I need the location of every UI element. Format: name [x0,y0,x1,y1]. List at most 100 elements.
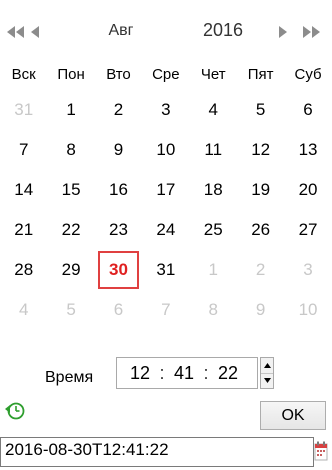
time-increment-button[interactable] [261,358,273,373]
time-row: Время 12 : 41 : 22 [0,355,332,389]
day-number: 14 [14,180,34,199]
calendar-grid: Вск Пон Вто Сре Чет Пят Суб 31 1 2 3 4 5 6 7 8 9 10 11 12 13… [0,58,332,330]
day-number: 30 [97,251,139,289]
day-cell-other-month[interactable]: 9 [237,290,284,330]
day-cell[interactable]: 5 [237,90,284,130]
day-cell[interactable]: 14 [0,170,47,210]
day-number: 9 [255,300,266,319]
day-cell[interactable]: 29 [47,250,94,290]
up-arrow-icon [263,362,271,368]
footer-row: OK [0,395,332,431]
day-cell-other-month[interactable]: 6 [95,290,142,330]
left-arrow-icon [31,26,39,38]
day-number: 13 [298,140,318,159]
day-cell-other-month[interactable]: 7 [142,290,189,330]
day-cell[interactable]: 22 [47,210,94,250]
time-spinner [260,357,274,389]
hours-field[interactable]: 12 [127,363,153,384]
day-cell-other-month[interactable]: 31 [0,90,47,130]
day-number: 10 [298,300,318,319]
day-cell-selected[interactable]: 30 [95,250,142,290]
day-number: 29 [61,260,81,279]
day-cell[interactable]: 21 [0,210,47,250]
day-cell-other-month[interactable]: 3 [284,250,331,290]
day-number: 8 [208,300,218,319]
day-number: 6 [113,300,124,319]
day-cell[interactable]: 1 [47,90,94,130]
day-cell[interactable]: 25 [190,210,237,250]
day-cell[interactable]: 27 [284,210,331,250]
day-cell[interactable]: 12 [237,130,284,170]
weekday-header: Вто [106,65,131,83]
calendar-button[interactable] [314,441,328,466]
day-cell[interactable]: 16 [95,170,142,210]
day-cell[interactable]: 15 [47,170,94,210]
double-left-arrow-icon [7,26,24,38]
day-number: 25 [203,220,223,239]
day-cell[interactable]: 20 [284,170,331,210]
day-number: 20 [298,180,318,199]
time-input[interactable]: 12 : 41 : 22 [116,357,258,389]
day-number: 2 [255,260,266,279]
year-selector[interactable]: 2016 [192,20,254,41]
day-number: 1 [66,100,76,119]
month-selector[interactable]: Авг [97,22,145,40]
day-cell[interactable]: 11 [190,130,237,170]
day-number: 21 [14,220,34,239]
day-number: 8 [66,140,76,159]
right-arrow-icon [279,26,287,38]
day-cell[interactable]: 4 [190,90,237,130]
today-clock-icon [5,402,25,420]
day-cell-other-month[interactable]: 5 [47,290,94,330]
down-arrow-icon [263,378,271,384]
date-input[interactable] [5,440,295,460]
day-cell[interactable]: 8 [47,130,94,170]
day-cell-other-month[interactable]: 10 [284,290,331,330]
day-cell[interactable]: 31 [142,250,189,290]
day-number: 19 [251,180,271,199]
minutes-field[interactable]: 41 [171,363,197,384]
day-cell[interactable]: 23 [95,210,142,250]
day-cell[interactable]: 13 [284,130,331,170]
today-button[interactable] [5,401,25,426]
ok-button[interactable]: OK [260,401,326,430]
day-cell[interactable]: 10 [142,130,189,170]
time-decrement-button[interactable] [261,372,273,389]
prev-month-button[interactable] [31,24,40,40]
day-cell[interactable]: 28 [0,250,47,290]
day-number: 2 [113,100,124,119]
day-cell[interactable]: 17 [142,170,189,210]
day-cell-other-month[interactable]: 8 [190,290,237,330]
day-number: 28 [14,260,34,279]
day-cell[interactable]: 18 [190,170,237,210]
day-number: 9 [113,140,124,159]
calendar-header: Авг 2016 [0,0,332,58]
weekday-header: Сре [152,65,180,83]
day-cell-other-month[interactable]: 2 [237,250,284,290]
date-field[interactable] [0,437,314,467]
day-number: 15 [61,180,81,199]
prev-year-button[interactable] [7,24,25,40]
time-label: Время [45,369,94,386]
day-cell[interactable]: 26 [237,210,284,250]
weekday-header: Суб [294,65,322,83]
day-cell[interactable]: 6 [284,90,331,130]
day-cell[interactable]: 19 [237,170,284,210]
day-number: 5 [255,100,266,119]
day-number: 7 [18,140,29,159]
day-cell[interactable]: 9 [95,130,142,170]
time-separator: : [159,362,165,383]
day-cell-other-month[interactable]: 4 [0,290,47,330]
seconds-field[interactable]: 22 [215,363,241,384]
day-cell[interactable]: 2 [95,90,142,130]
day-number: 31 [14,100,34,119]
day-cell[interactable]: 3 [142,90,189,130]
weekday-header: Пят [247,65,274,83]
day-cell[interactable]: 24 [142,210,189,250]
next-year-button[interactable] [302,24,320,40]
next-month-button[interactable] [278,24,287,40]
day-cell[interactable]: 7 [0,130,47,170]
day-number: 17 [156,180,176,199]
day-number: 12 [251,140,271,159]
day-cell-other-month[interactable]: 1 [190,250,237,290]
